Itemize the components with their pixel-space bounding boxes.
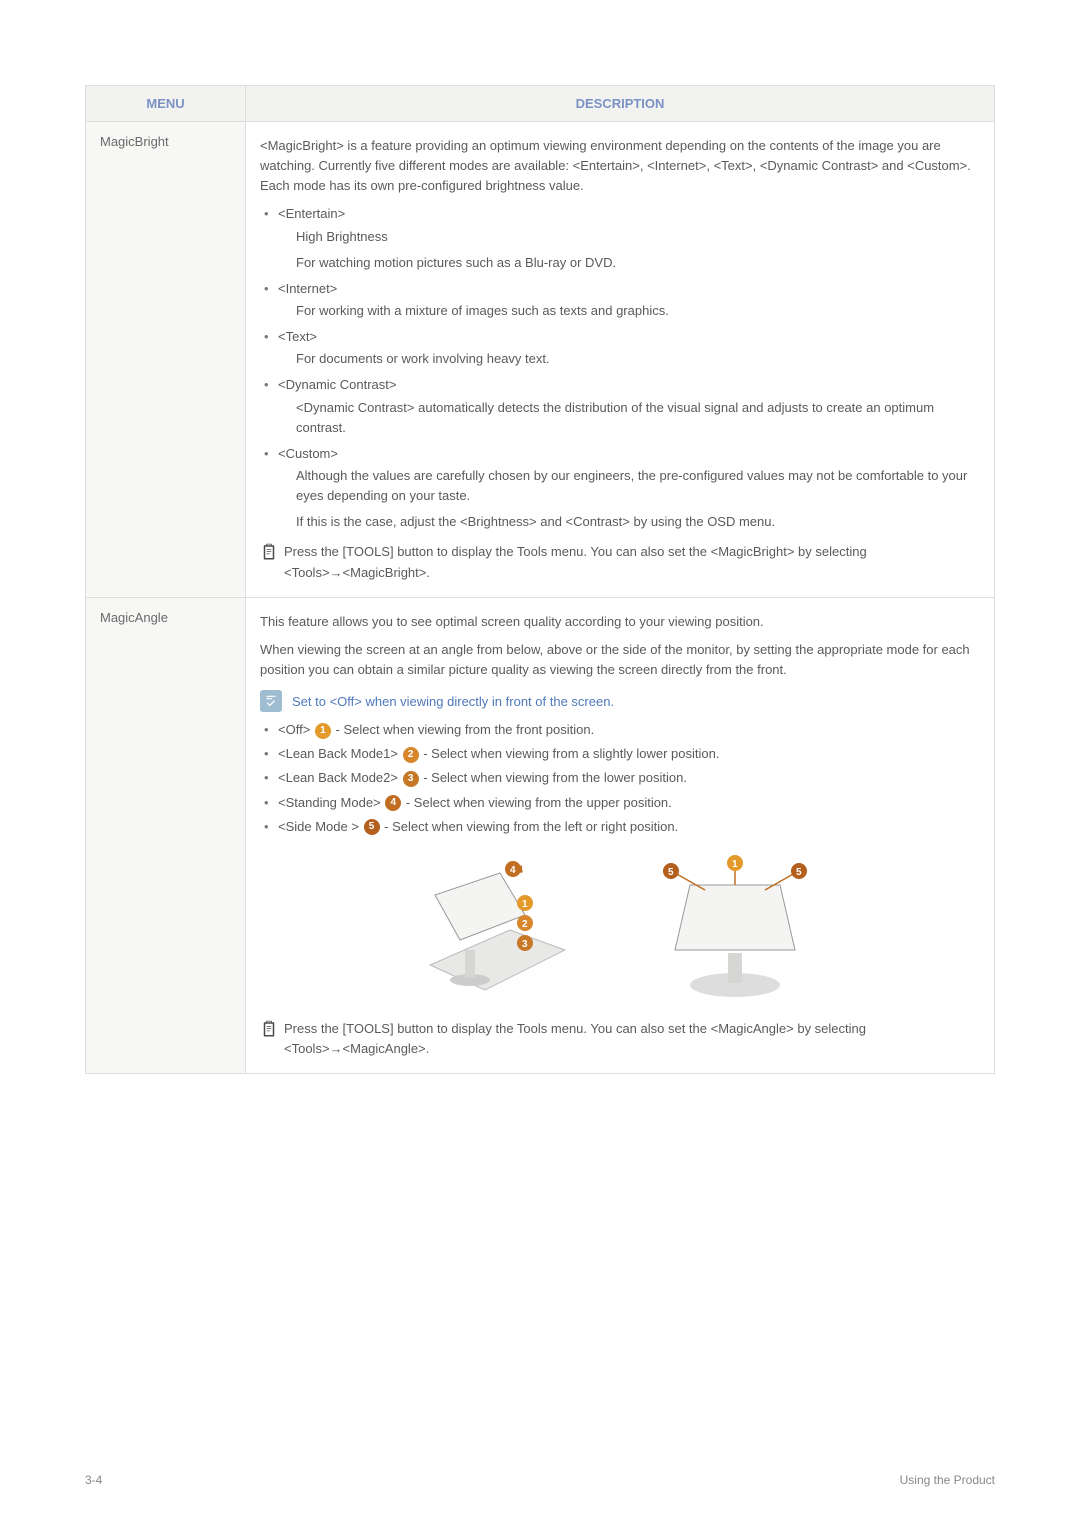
info-callout: Set to <Off> when viewing directly in fr…: [260, 690, 980, 712]
opt-pre: <Standing Mode>: [278, 795, 384, 810]
list-item: <Standing Mode> 4 - Select when viewing …: [260, 793, 980, 813]
list-item: <Side Mode > 5 - Select when viewing fro…: [260, 817, 980, 837]
opt-pre: <Lean Back Mode2>: [278, 770, 402, 785]
opt-post: - Select when viewing from the left or r…: [381, 819, 679, 834]
svg-text:5: 5: [796, 867, 802, 878]
svg-text:3: 3: [522, 939, 528, 950]
opt-pre: <Lean Back Mode1>: [278, 746, 402, 761]
clipboard-icon: [260, 543, 278, 561]
opt-post: - Select when viewing from a slightly lo…: [420, 746, 720, 761]
opt-post: - Select when viewing from the front pos…: [332, 722, 594, 737]
page-footer: 3-4 Using the Product: [85, 1472, 995, 1487]
badge-3-icon: 3: [403, 771, 419, 787]
clipboard-icon: [260, 1020, 278, 1038]
list-item: <Off> 1 - Select when viewing from the f…: [260, 720, 980, 740]
magicbright-intro: <MagicBright> is a feature providing an …: [260, 136, 980, 196]
item-label: <Internet>: [278, 281, 337, 296]
description-cell-magicangle: This feature allows you to see optimal s…: [246, 597, 995, 1073]
info-text: Set to <Off> when viewing directly in fr…: [292, 690, 614, 712]
menu-description-table: MENU DESCRIPTION MagicBright <MagicBrigh…: [85, 85, 995, 1074]
header-menu: MENU: [86, 86, 246, 122]
item-text: For working with a mixture of images suc…: [278, 301, 980, 321]
item-text: Although the values are carefully chosen…: [278, 466, 980, 506]
footer-right: Using the Product: [900, 1473, 995, 1487]
list-item: <Entertain> High Brightness For watching…: [260, 204, 980, 272]
menu-cell-magicangle: MagicAngle: [86, 597, 246, 1073]
magicangle-options: <Off> 1 - Select when viewing from the f…: [260, 720, 980, 837]
diagram-front-icon: 4 4 1 2 3: [415, 855, 575, 1005]
list-item: <Internet> For working with a mixture of…: [260, 279, 980, 321]
svg-text:5: 5: [668, 867, 674, 878]
badge-1-icon: 1: [315, 723, 331, 739]
item-label: <Text>: [278, 329, 317, 344]
note-text: Press the [TOOLS] button to display the …: [284, 1019, 980, 1059]
tools-note: Press the [TOOLS] button to display the …: [260, 542, 980, 582]
description-cell-magicbright: <MagicBright> is a feature providing an …: [246, 122, 995, 598]
opt-pre: <Off>: [278, 722, 314, 737]
svg-text:2: 2: [522, 919, 528, 930]
item-text: If this is the case, adjust the <Brightn…: [278, 512, 980, 532]
opt-pre: <Side Mode >: [278, 819, 363, 834]
footer-left: 3-4: [85, 1473, 102, 1487]
diagram-side-icon: 1 5 5: [645, 855, 825, 1005]
item-text: High Brightness: [278, 227, 980, 247]
svg-text:1: 1: [732, 859, 738, 870]
angle-diagrams: 4 4 1 2 3 1 5 5: [260, 855, 980, 1005]
list-item: <Dynamic Contrast> <Dynamic Contrast> au…: [260, 375, 980, 437]
badge-5-icon: 5: [364, 819, 380, 835]
item-label: <Dynamic Contrast>: [278, 377, 397, 392]
menu-cell-magicbright: MagicBright: [86, 122, 246, 598]
opt-post: - Select when viewing from the lower pos…: [420, 770, 687, 785]
tools-note: Press the [TOOLS] button to display the …: [260, 1019, 980, 1059]
note-text: Press the [TOOLS] button to display the …: [284, 542, 980, 582]
info-icon: [260, 690, 282, 712]
header-description: DESCRIPTION: [246, 86, 995, 122]
list-item: <Custom> Although the values are careful…: [260, 444, 980, 533]
list-item: <Text> For documents or work involving h…: [260, 327, 980, 369]
svg-text:4: 4: [510, 865, 516, 876]
list-item: <Lean Back Mode1> 2 - Select when viewin…: [260, 744, 980, 764]
item-text: For watching motion pictures such as a B…: [278, 253, 980, 273]
item-text: For documents or work involving heavy te…: [278, 349, 980, 369]
magicangle-p2: When viewing the screen at an angle from…: [260, 640, 980, 680]
table-row: MagicBright <MagicBright> is a feature p…: [86, 122, 995, 598]
badge-2-icon: 2: [403, 747, 419, 763]
badge-4-icon: 4: [385, 795, 401, 811]
svg-text:1: 1: [522, 899, 528, 910]
magicangle-p1: This feature allows you to see optimal s…: [260, 612, 980, 632]
item-label: <Entertain>: [278, 206, 345, 221]
magicbright-list: <Entertain> High Brightness For watching…: [260, 204, 980, 532]
opt-post: - Select when viewing from the upper pos…: [402, 795, 672, 810]
item-label: <Custom>: [278, 446, 338, 461]
table-row: MagicAngle This feature allows you to se…: [86, 597, 995, 1073]
item-text: <Dynamic Contrast> automatically detects…: [278, 398, 980, 438]
list-item: <Lean Back Mode2> 3 - Select when viewin…: [260, 768, 980, 788]
